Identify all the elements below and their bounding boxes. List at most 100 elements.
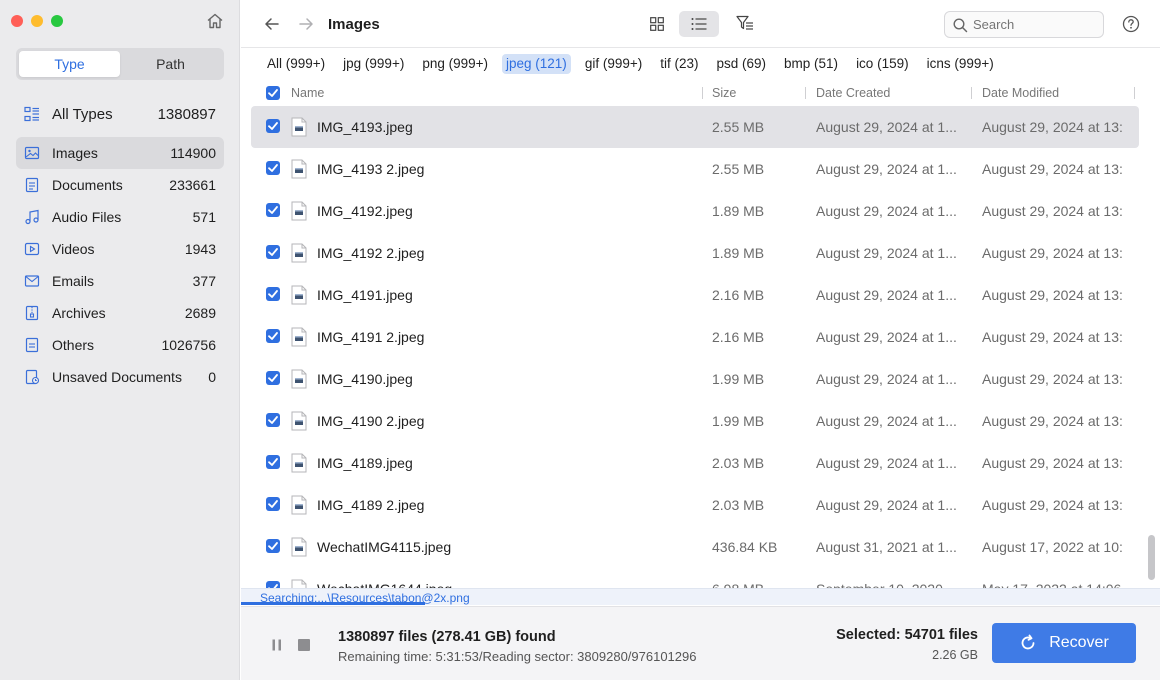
sidebar: Type Path All Types 1380897 Images 11490… (0, 0, 240, 680)
page-title: Images (328, 16, 380, 33)
filter-chip-gif[interactable]: gif (999+) (581, 54, 646, 74)
tab-path[interactable]: Path (120, 51, 221, 77)
row-checkbox[interactable] (266, 203, 280, 217)
image-file-icon (291, 285, 307, 305)
image-file-icon (291, 411, 307, 431)
sidebar-item-others[interactable]: Others 1026756 (16, 329, 224, 361)
table-row[interactable]: IMG_4190 2.jpeg 1.99 MB August 29, 2024 at… (251, 400, 1139, 442)
file-name: IMG_4191.jpeg (317, 287, 413, 303)
file-date-created: August 29, 2024 at 1... (816, 161, 957, 177)
vertical-scrollbar[interactable] (1148, 535, 1155, 580)
row-checkbox[interactable] (266, 329, 280, 343)
row-checkbox[interactable] (266, 161, 280, 175)
sidebar-item-documents[interactable]: Documents 233661 (16, 169, 224, 201)
file-date-modified: May 17, 2022 at 14:06 (982, 581, 1128, 588)
checkmark-icon (268, 416, 278, 424)
table-row[interactable]: IMG_4193 2.jpeg 2.55 MB August 29, 2024 at… (251, 148, 1139, 190)
sidebar-item-count: 1026756 (161, 337, 216, 353)
sidebar-item-videos[interactable]: Videos 1943 (16, 233, 224, 265)
sidebar-item-count: 1380897 (157, 105, 216, 123)
list-view-button[interactable] (679, 11, 719, 37)
row-checkbox[interactable] (266, 581, 280, 588)
sidebar-item-label: Unsaved Documents (52, 369, 182, 385)
row-checkbox[interactable] (266, 287, 280, 301)
sidebar-item-label: Documents (52, 177, 123, 193)
select-all-checkbox[interactable] (266, 86, 280, 100)
column-header-name[interactable]: Name (291, 86, 324, 100)
sidebar-item-unsaved-documents[interactable]: Unsaved Documents 0 (16, 361, 224, 393)
column-header-date-created[interactable]: Date Created (816, 86, 890, 100)
filter-chip-icns[interactable]: icns (999+) (923, 54, 998, 74)
file-date-created: August 29, 2024 at 1... (816, 497, 957, 513)
recover-button[interactable]: Recover (992, 623, 1136, 663)
sidebar-item-label: Images (52, 145, 98, 161)
sidebar-item-emails[interactable]: Emails 377 (16, 265, 224, 297)
filter-chip-all[interactable]: All (999+) (263, 54, 329, 74)
row-checkbox[interactable] (266, 455, 280, 469)
sidebar-item-audio-files[interactable]: Audio Files 571 (16, 201, 224, 233)
table-row[interactable]: IMG_4191.jpeg 2.16 MB August 29, 2024 at 1… (251, 274, 1139, 316)
table-row[interactable]: IMG_4189.jpeg 2.03 MB August 29, 2024 at 1… (251, 442, 1139, 484)
file-date-modified: August 29, 2024 at 13: (982, 329, 1123, 345)
search-input[interactable] (973, 17, 1093, 32)
checkmark-icon (268, 332, 278, 340)
file-date-modified: August 29, 2024 at 13: (982, 497, 1123, 513)
close-window-button[interactable] (11, 15, 23, 27)
file-date-created: August 29, 2024 at 1... (816, 245, 957, 261)
filter-chip-tif[interactable]: tif (23) (656, 54, 702, 74)
checkmark-icon (268, 500, 278, 508)
file-name: IMG_4189.jpeg (317, 455, 413, 471)
filter-chip-psd[interactable]: psd (69) (713, 54, 771, 74)
home-icon[interactable] (206, 12, 224, 30)
filter-chip-ico[interactable]: ico (159) (852, 54, 913, 74)
table-row[interactable]: WechatIMG4115.jpeg 436.84 KB August 31, 20… (251, 526, 1139, 568)
column-header-size[interactable]: Size (712, 86, 736, 100)
file-date-modified: August 29, 2024 at 13: (982, 161, 1123, 177)
row-checkbox[interactable] (266, 119, 280, 133)
main-panel: Images All (999+) jpg (999+) png (999+) … (241, 0, 1160, 680)
sidebar-item-all-types[interactable]: All Types 1380897 (16, 99, 224, 129)
file-name: IMG_4191 2.jpeg (317, 329, 425, 345)
row-checkbox[interactable] (266, 497, 280, 511)
file-size: 2.03 MB (712, 497, 765, 513)
filter-chip-jpeg[interactable]: jpeg (121) (502, 54, 571, 74)
search-field[interactable] (944, 11, 1104, 38)
checkmark-icon (268, 248, 278, 256)
filter-chip-png[interactable]: png (999+) (418, 54, 492, 74)
table-row[interactable]: IMG_4193.jpeg 2.55 MB August 29, 2024 at 1… (251, 106, 1139, 148)
filter-icon[interactable] (736, 15, 754, 31)
filter-chip-jpg[interactable]: jpg (999+) (339, 54, 408, 74)
grid-view-button[interactable] (637, 11, 677, 37)
checkmark-icon (268, 290, 278, 298)
file-date-modified: August 29, 2024 at 13: (982, 203, 1123, 219)
forward-arrow-icon[interactable] (297, 15, 315, 33)
row-checkbox[interactable] (266, 413, 280, 427)
table-row[interactable]: IMG_4192.jpeg 1.89 MB August 29, 2024 at 1… (251, 190, 1139, 232)
stop-icon[interactable] (298, 639, 310, 651)
tab-type[interactable]: Type (19, 51, 120, 77)
table-row[interactable]: IMG_4191 2.jpeg 2.16 MB August 29, 2024 at… (251, 316, 1139, 358)
filter-chip-bmp[interactable]: bmp (51) (780, 54, 842, 74)
envelope-icon (24, 275, 40, 287)
zoom-window-button[interactable] (51, 15, 63, 27)
sidebar-item-images[interactable]: Images 114900 (16, 137, 224, 169)
scan-progress-bar: Searching:...\Resources\tabon@2x.png (241, 588, 1160, 605)
archive-icon (25, 305, 39, 321)
table-row[interactable]: IMG_4190.jpeg 1.99 MB August 29, 2024 at 1… (251, 358, 1139, 400)
table-row[interactable]: IMG_4192 2.jpeg 1.89 MB August 29, 2024 at… (251, 232, 1139, 274)
pause-icon[interactable] (271, 639, 283, 651)
row-checkbox[interactable] (266, 539, 280, 553)
column-header-date-modified[interactable]: Date Modified (982, 86, 1059, 100)
help-icon[interactable] (1122, 15, 1140, 33)
minimize-window-button[interactable] (31, 15, 43, 27)
row-checkbox[interactable] (266, 245, 280, 259)
files-found-summary: 1380897 files (278.41 GB) found (338, 629, 556, 645)
file-date-created: August 29, 2024 at 1... (816, 203, 957, 219)
table-row[interactable]: IMG_4189 2.jpeg 2.03 MB August 29, 2024 at… (251, 484, 1139, 526)
sidebar-item-archives[interactable]: Archives 2689 (16, 297, 224, 329)
row-checkbox[interactable] (266, 371, 280, 385)
back-arrow-icon[interactable] (263, 15, 281, 33)
sidebar-item-count: 2689 (184, 305, 216, 321)
table-row[interactable]: WechatIMG1644.jpeg 6.98 MB September 10, 2… (251, 568, 1139, 588)
checkmark-icon (268, 458, 278, 466)
